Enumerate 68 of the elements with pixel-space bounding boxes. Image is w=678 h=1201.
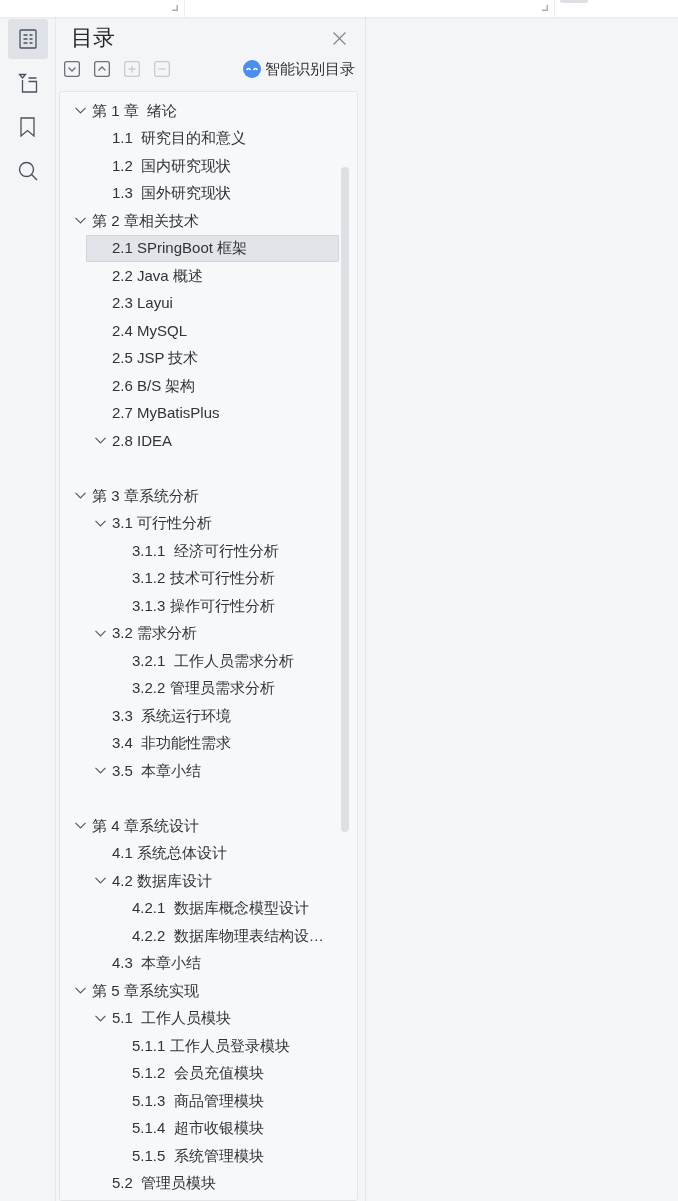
toc-item[interactable]: 3.1.1 经济可行性分析 xyxy=(106,537,339,565)
toc-item[interactable]: 5.1.3 商品管理模块 xyxy=(106,1087,339,1115)
close-button[interactable] xyxy=(333,31,346,45)
chevron-down-icon[interactable] xyxy=(74,987,86,995)
toc-item[interactable]: 3.1.3 操作可行性分析 xyxy=(106,592,339,620)
toc-item[interactable]: 4.2.2 数据库物理表结构设… xyxy=(106,922,339,950)
tree-tool-button[interactable] xyxy=(94,61,110,77)
toc-item[interactable]: 1.3 国外研究现状 xyxy=(86,179,339,207)
toc-item[interactable]: 第 1 章 绪论 xyxy=(66,97,339,125)
toc-item[interactable]: 2.5 JSP 技术 xyxy=(86,344,339,372)
toc-item[interactable]: 5.1 工作人员模块 xyxy=(86,1004,339,1032)
toc-item[interactable]: 2.3 Layui xyxy=(86,289,339,317)
resize-grip-icon[interactable] xyxy=(172,5,178,11)
panel-title: 目录 xyxy=(71,24,115,52)
toc-item[interactable]: 1.1 研究目的和意义 xyxy=(86,124,339,152)
toc-item[interactable]: 3.3 系统运行环境 xyxy=(86,702,339,730)
toc-item[interactable]: 3.5 本章小结 xyxy=(86,757,339,785)
chevron-down-icon[interactable] xyxy=(94,437,106,445)
toc-item[interactable]: 第 5 章系统实现 xyxy=(66,977,339,1005)
toc-item[interactable]: 3.4 非功能性需求 xyxy=(86,729,339,757)
chevron-down-icon[interactable] xyxy=(74,492,86,500)
toc-item[interactable]: 第 2 章相关技术 xyxy=(66,207,339,235)
minus-icon xyxy=(154,61,170,77)
close-icon xyxy=(333,31,346,45)
smart-toc-button[interactable]: 智能识别目录 xyxy=(243,59,355,79)
toc-item[interactable]: 2.4 MySQL xyxy=(86,317,339,345)
toc-item[interactable]: 4.3 本章小结 xyxy=(86,949,339,977)
bookmark-icon xyxy=(20,117,35,137)
collapse-all-icon xyxy=(94,61,110,77)
toc-item[interactable]: 3.2 需求分析 xyxy=(86,619,339,647)
toc-item[interactable]: 2.6 B/S 架构 xyxy=(86,372,339,400)
toc-item[interactable]: 2.1 SPringBoot 框架 xyxy=(86,234,339,262)
toc-item[interactable]: 2.2 Java 概述 xyxy=(86,262,339,290)
toc-item[interactable]: 5.1.1 工作人员登录模块 xyxy=(106,1032,339,1060)
chevron-down-icon[interactable] xyxy=(74,217,86,225)
toc-item[interactable]: 3.1 可行性分析 xyxy=(86,509,339,537)
toc-item[interactable]: 3.2.1 工作人员需求分析 xyxy=(106,647,339,675)
expand-all-icon xyxy=(64,61,80,77)
scrollbar-thumb[interactable] xyxy=(341,167,349,832)
chevron-down-icon[interactable] xyxy=(74,107,86,115)
chevron-down-icon[interactable] xyxy=(94,1014,106,1022)
toc-item[interactable]: 1.2 国内研究现状 xyxy=(86,152,339,180)
chevron-down-icon[interactable] xyxy=(94,519,106,527)
plus-icon xyxy=(124,61,140,77)
toc-item[interactable]: 5.1.5 系统管理模块 xyxy=(106,1142,339,1170)
chevron-down-icon[interactable] xyxy=(94,877,106,885)
chevron-down-icon[interactable] xyxy=(74,822,86,830)
toc-item[interactable]: 5.1.2 会员充值模块 xyxy=(106,1059,339,1087)
toc-item[interactable]: 3.1.2 技术可行性分析 xyxy=(106,564,339,592)
folder-icon xyxy=(17,73,38,93)
tree-tool-button[interactable] xyxy=(64,61,80,77)
toc-item[interactable]: 第 4 章系统设计 xyxy=(66,812,339,840)
toc-item[interactable]: 4.2 数据库设计 xyxy=(86,867,339,895)
toc-item[interactable]: 第 3 章系统分析 xyxy=(66,482,339,510)
toc-item[interactable]: 5.1.4 超市收银模块 xyxy=(106,1114,339,1142)
toc-item[interactable]: 4.2.1 数据库概念模型设计 xyxy=(106,894,339,922)
robot-face-icon xyxy=(243,60,261,78)
resize-grip-icon[interactable] xyxy=(542,5,548,11)
rail-tab[interactable] xyxy=(7,19,48,59)
chevron-down-icon[interactable] xyxy=(94,629,106,637)
toc-item[interactable]: 2.8 IDEA xyxy=(86,427,339,455)
search-icon xyxy=(17,161,38,181)
document-lines-icon xyxy=(18,29,37,49)
chevron-down-icon[interactable] xyxy=(94,767,106,775)
toc-item[interactable]: 2.7 MyBatisPlus xyxy=(86,399,339,427)
toc-item[interactable]: 5.2 管理员模块 xyxy=(86,1169,339,1197)
toc-item[interactable]: 3.2.2 管理员需求分析 xyxy=(106,674,339,702)
toc-item[interactable]: 4.1 系统总体设计 xyxy=(86,839,339,867)
